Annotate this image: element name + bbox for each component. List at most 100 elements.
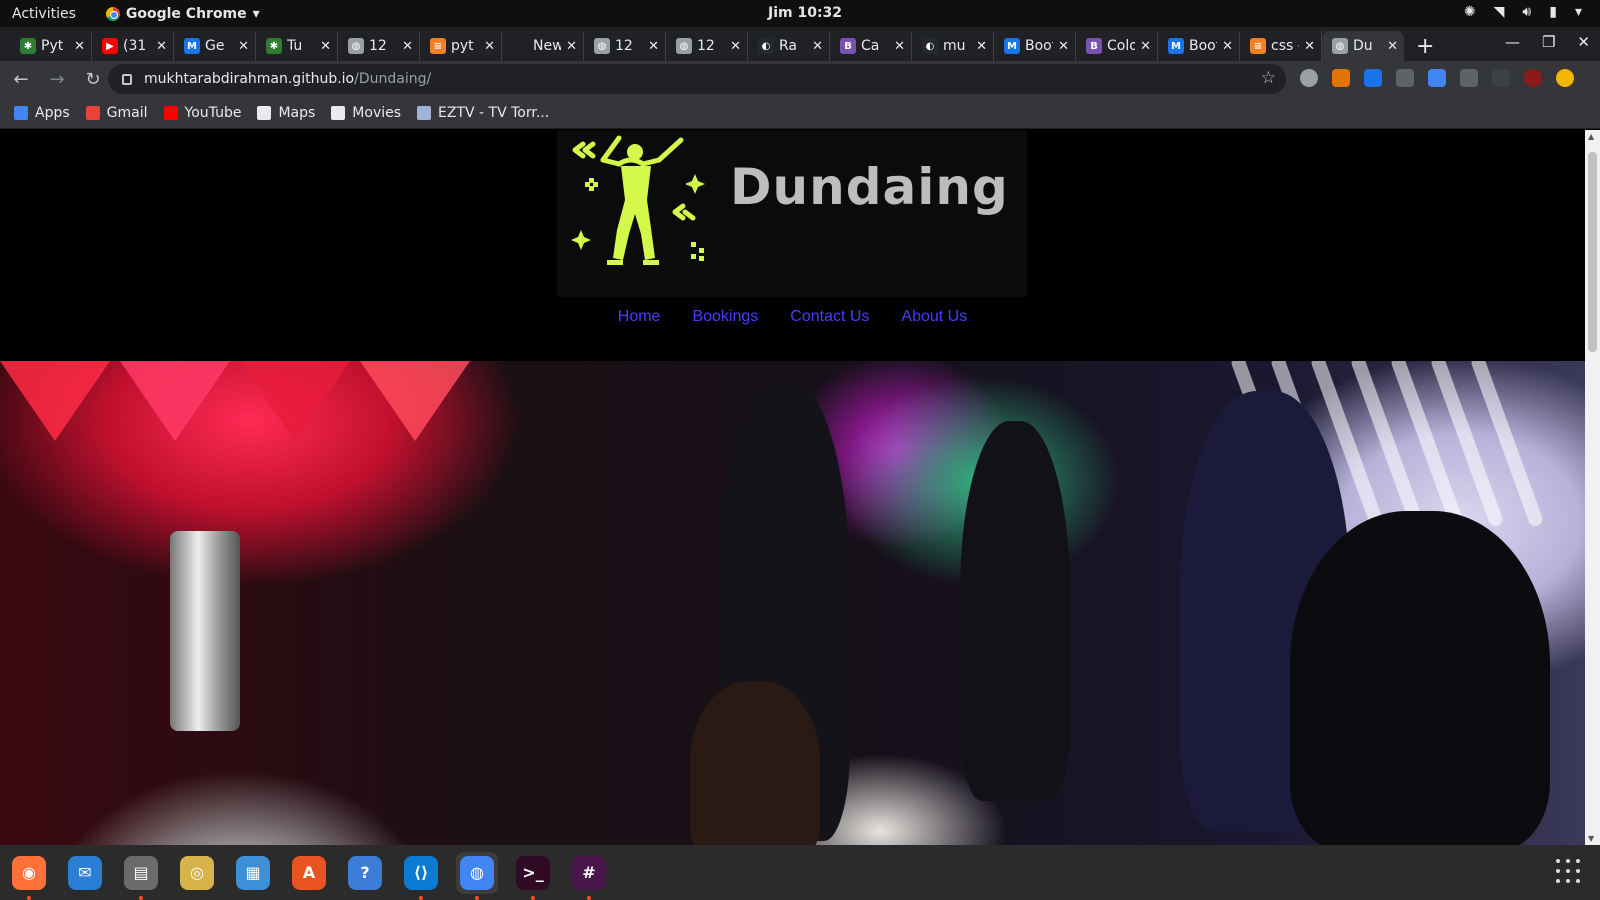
close-icon[interactable]: ✕	[730, 39, 741, 54]
bookmark-item[interactable]: EZTV - TV Torr...	[417, 105, 549, 121]
back-button[interactable]: ←	[6, 69, 36, 90]
bookmark-item[interactable]: YouTube	[163, 105, 241, 121]
close-icon[interactable]: ✕	[648, 39, 659, 54]
translate-icon[interactable]	[1428, 69, 1446, 87]
globe-icon	[331, 105, 346, 120]
dock-chrome[interactable]: ◍	[456, 851, 498, 900]
scroll-thumb[interactable]	[1588, 152, 1597, 352]
close-icon[interactable]: ✕	[976, 39, 987, 54]
browser-tab[interactable]: New T ✕	[502, 31, 584, 61]
close-icon[interactable]: ✕	[812, 39, 823, 54]
dock-slack[interactable]: #	[568, 852, 610, 900]
close-icon[interactable]: ✕	[74, 39, 85, 54]
dock-files[interactable]: ▤	[120, 852, 162, 900]
browser-tab[interactable]: ✱ Pyt ✕	[10, 31, 92, 61]
close-icon[interactable]: ✕	[566, 39, 577, 54]
dock-libreoffice-writer[interactable]: ▦	[232, 852, 274, 894]
dock-items: ◉ ✉ ▤ ◎ ▦ A? ⟨⟩ ◍ >_ #	[8, 851, 610, 900]
tab-title: 12	[615, 38, 633, 54]
browser-tab[interactable]: ◐ mu ✕	[912, 31, 994, 61]
chevron-down-icon[interactable]: ▾	[1575, 4, 1582, 20]
new-tab-button[interactable]: +	[1416, 31, 1434, 61]
extension-icon[interactable]	[1396, 69, 1414, 87]
restore-icon[interactable]: ❐	[1542, 33, 1555, 51]
extension-icon[interactable]	[1332, 69, 1350, 87]
site-nav: Home Bookings Contact Us About Us	[0, 308, 1585, 326]
bookmark-item[interactable]: Movies	[331, 105, 401, 121]
dock-help[interactable]: ?	[344, 852, 386, 894]
update-icon[interactable]	[1556, 69, 1574, 87]
browser-tab[interactable]: M Ge ✕	[174, 31, 256, 61]
extension-icon[interactable]	[1300, 69, 1318, 87]
scroll-down-icon[interactable]: ▼	[1588, 834, 1594, 843]
browser-tab[interactable]: ◐ Ra ✕	[748, 31, 830, 61]
close-icon[interactable]: ✕	[402, 39, 413, 54]
tab-title: Pyt	[41, 38, 64, 54]
browser-tab[interactable]: M Boots ✕	[1158, 31, 1240, 61]
close-icon[interactable]: ✕	[1222, 39, 1233, 54]
bookmark-item[interactable]: Gmail	[85, 105, 148, 121]
bookmark-item[interactable]: Maps	[257, 105, 315, 121]
forward-button[interactable]: →	[42, 69, 72, 90]
close-icon[interactable]: ✕	[238, 39, 249, 54]
volume-icon[interactable]: 🔊︎	[1522, 4, 1531, 20]
browser-tab[interactable]: ◍ Du ✕	[1322, 31, 1404, 61]
browser-tab[interactable]: B Colors ✕	[1076, 31, 1158, 61]
close-icon[interactable]: ✕	[156, 39, 167, 54]
close-icon[interactable]: ✕	[1058, 39, 1069, 54]
browser-tab[interactable]: ◍ 12 ✕	[584, 31, 666, 61]
dock-thunderbird[interactable]: ✉	[64, 852, 106, 894]
close-icon[interactable]: ✕	[1577, 33, 1590, 51]
browser-tab[interactable]: ≡ pyt ✕	[420, 31, 502, 61]
nav-link-home[interactable]: Home	[618, 308, 661, 326]
extension-icon[interactable]	[1460, 69, 1478, 87]
close-icon[interactable]: ✕	[1140, 39, 1151, 54]
browser-tab[interactable]: ◍ 12 ✕	[666, 31, 748, 61]
system-tray[interactable]: ✺ ◥ 🔊︎ ▮ ▾	[1464, 4, 1582, 20]
extension-icon[interactable]	[1364, 69, 1382, 87]
browser-tab[interactable]: ◍ 12 ✕	[338, 31, 420, 61]
wifi-icon[interactable]: ◥	[1494, 4, 1505, 20]
lock-icon[interactable]	[122, 73, 132, 85]
nav-link-contact-us[interactable]: Contact Us	[790, 308, 869, 326]
bookmark-label: Maps	[278, 104, 316, 121]
globe-icon: ◍	[594, 38, 610, 54]
browser-tab[interactable]: ▶ (31 ✕	[92, 31, 174, 61]
browser-tab[interactable]: M Boots ✕	[994, 31, 1076, 61]
reload-button[interactable]: ↻	[78, 69, 108, 90]
clock[interactable]: Jim 10:32	[768, 5, 842, 21]
browser-tab[interactable]: ✱ Tu ✕	[256, 31, 338, 61]
profile-avatar[interactable]	[1524, 69, 1542, 87]
nav-link-bookings[interactable]: Bookings	[692, 308, 758, 326]
mdn-icon: M	[1004, 38, 1020, 54]
close-icon[interactable]: ✕	[320, 39, 331, 54]
browser-tab[interactable]: ≡ css - B ✕	[1240, 31, 1322, 61]
battery-icon[interactable]: ▮	[1549, 4, 1557, 20]
minimize-icon[interactable]: —	[1505, 33, 1520, 51]
dock-firefox[interactable]: ◉	[8, 852, 50, 900]
close-icon[interactable]: ✕	[484, 39, 495, 54]
bookmark-star-icon[interactable]: ☆	[1261, 68, 1276, 88]
dock-rhythmbox[interactable]: ◎	[176, 852, 218, 894]
browser-toolbar: ← → ↻ mukhtarabdirahman.github.io/Dundai…	[0, 61, 1600, 97]
close-icon[interactable]: ✕	[1387, 39, 1398, 54]
bookmark-item[interactable]: Apps	[14, 105, 70, 121]
snap-indicator-icon[interactable]: ✺	[1464, 4, 1476, 20]
browser-tab[interactable]: B Ca ✕	[830, 31, 912, 61]
dock-vscode[interactable]: ⟨⟩	[400, 852, 442, 900]
app-menu[interactable]: Google Chrome ▾	[105, 6, 260, 22]
address-bar[interactable]: mukhtarabdirahman.github.io/Dundaing/ ☆	[108, 64, 1286, 94]
decor-triangle	[360, 361, 470, 441]
close-icon[interactable]: ✕	[1304, 39, 1315, 54]
software-center-icon: A	[292, 855, 326, 890]
nav-link-about-us[interactable]: About Us	[901, 308, 967, 326]
dock-software[interactable]: A	[288, 852, 330, 894]
scroll-up-icon[interactable]: ▲	[1588, 132, 1594, 141]
activities-button[interactable]: Activities	[0, 6, 76, 22]
show-applications-button[interactable]	[1556, 859, 1582, 885]
extension-icon[interactable]	[1492, 69, 1510, 87]
dock-terminal[interactable]: >_	[512, 852, 554, 900]
page-scrollbar[interactable]: ▲ ▼	[1585, 130, 1600, 845]
close-icon[interactable]: ✕	[894, 39, 905, 54]
site-logo[interactable]: Dundaing	[557, 130, 1027, 297]
